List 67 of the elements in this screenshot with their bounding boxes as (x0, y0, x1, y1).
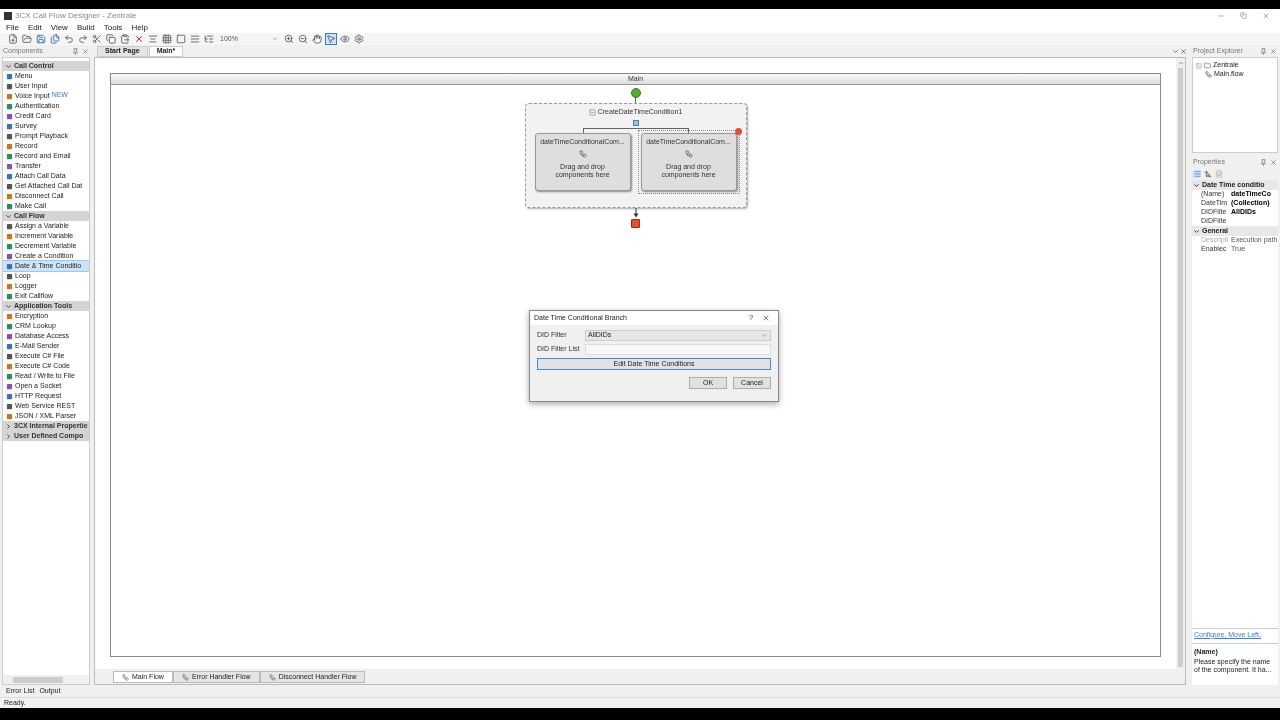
flow-icon (1205, 71, 1212, 78)
menu-bar-entry[interactable]: Help (131, 21, 148, 34)
pointer-icon[interactable] (326, 34, 336, 44)
chevron-down-icon[interactable] (5, 62, 12, 70)
sort-icon[interactable] (1204, 170, 1212, 178)
window-title: 3CX Call Flow Designer - Zentrale (15, 9, 138, 22)
flow-icon (122, 673, 129, 681)
open-icon[interactable] (22, 34, 32, 44)
align-icon[interactable] (148, 34, 158, 44)
close-icon[interactable] (1270, 47, 1277, 55)
grid-icon[interactable] (162, 34, 172, 44)
flow-icon (684, 150, 693, 158)
chevron-down-icon[interactable] (5, 302, 12, 310)
zoom-in-icon[interactable] (284, 34, 294, 44)
help-button[interactable]: ? (744, 312, 758, 324)
property-pages-icon[interactable] (1215, 170, 1223, 178)
pin-icon[interactable] (72, 47, 79, 55)
save-icon[interactable] (36, 34, 46, 44)
flow-icon (268, 673, 276, 681)
chevron-down-icon[interactable] (5, 212, 12, 220)
close-icon[interactable] (82, 47, 89, 55)
cut-icon[interactable] (92, 34, 102, 44)
close-icon[interactable] (1270, 158, 1277, 166)
pin-icon[interactable] (1260, 158, 1267, 166)
frame-icon[interactable] (176, 34, 186, 44)
app-icon (4, 11, 12, 20)
chevron-right-icon[interactable] (5, 432, 12, 440)
chevron-down-icon[interactable] (1172, 47, 1179, 55)
menu-bar-entry[interactable]: Build (76, 21, 95, 34)
delete-icon[interactable] (134, 34, 144, 44)
connector-arrow (632, 208, 639, 218)
menu-bar-entry[interactable]: Edit (27, 21, 42, 34)
start-node[interactable] (630, 88, 641, 98)
new-icon[interactable] (8, 34, 18, 44)
close-icon[interactable] (1262, 11, 1270, 20)
layout-icon[interactable] (190, 34, 200, 44)
menu-bar-entry[interactable]: Tools (103, 21, 123, 34)
horizontal-scrollbar[interactable] (3, 675, 89, 684)
preview-icon[interactable] (340, 34, 350, 44)
folder-icon (1204, 62, 1211, 69)
settings-icon[interactable] (354, 34, 364, 44)
categorized-icon[interactable] (1193, 170, 1201, 178)
copy-icon[interactable] (106, 34, 116, 44)
collapse-icon[interactable] (1196, 62, 1202, 69)
restore-icon[interactable] (1240, 12, 1247, 19)
chevron-right-icon[interactable] (5, 422, 12, 430)
menu-bar-entry[interactable]: File (6, 21, 19, 34)
menu-bar-entry[interactable]: View (50, 21, 68, 34)
redo-icon[interactable] (78, 34, 88, 44)
undo-icon[interactable] (64, 34, 74, 44)
chevron-down-icon[interactable] (1193, 227, 1200, 235)
input-field[interactable] (585, 344, 771, 355)
calendar-icon (632, 119, 639, 126)
pan-icon[interactable] (312, 34, 322, 44)
collapse-icon[interactable] (588, 108, 596, 116)
zoom-out-icon[interactable] (298, 34, 308, 44)
scroll-up-icon[interactable] (1177, 60, 1184, 66)
save-all-icon[interactable] (50, 34, 60, 44)
paste-icon[interactable] (120, 34, 130, 44)
end-node[interactable] (631, 219, 640, 228)
close-icon[interactable] (1180, 47, 1187, 55)
close-icon[interactable] (762, 314, 770, 322)
chevron-down-icon[interactable] (1193, 181, 1200, 189)
pin-icon[interactable] (1260, 47, 1267, 55)
tree-icon[interactable] (204, 34, 214, 44)
flow-icon (578, 150, 587, 158)
flow-icon (181, 673, 189, 681)
